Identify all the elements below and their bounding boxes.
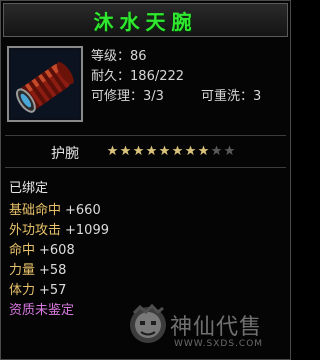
item-name: 沐水天腕 xyxy=(93,9,198,34)
watermark-logo-icon xyxy=(130,303,166,343)
item-type-row: 护腕 xyxy=(1,141,290,163)
star-rating xyxy=(107,145,235,161)
level-value: 86 xyxy=(130,49,147,64)
divider-top xyxy=(5,135,286,136)
bracer-icon xyxy=(11,50,79,118)
item-title-bar: 沐水天腕 xyxy=(3,3,288,37)
star-filled-icon xyxy=(185,145,196,156)
attribute-row: 外功攻击 +1099 xyxy=(9,221,109,241)
bound-status: 已绑定 xyxy=(9,181,49,196)
item-type: 护腕 xyxy=(51,146,79,162)
watermark: 神仙代售 WWW.SXDS.COM xyxy=(128,297,288,357)
attribute-value: +608 xyxy=(39,243,75,258)
item-icon-frame xyxy=(7,46,83,122)
star-filled-icon xyxy=(146,145,157,156)
attribute-name: 命中 xyxy=(9,243,36,258)
item-stats: 等级：86 耐久：186/222 可修理：3/3 xyxy=(91,47,184,107)
durability-label: 耐久 xyxy=(91,69,118,84)
star-filled-icon xyxy=(120,145,131,156)
attribute-row: 体力 +57 xyxy=(9,281,109,301)
attribute-name: 基础命中 xyxy=(9,203,62,218)
level-label: 等级 xyxy=(91,49,118,64)
star-filled-icon xyxy=(133,145,144,156)
durability-row: 耐久：186/222 xyxy=(91,67,184,87)
attribute-name: 力量 xyxy=(9,263,36,278)
recast-value: 3 xyxy=(253,89,262,104)
attribute-row: 力量 +58 xyxy=(9,261,109,281)
attribute-value: +58 xyxy=(39,263,67,278)
attribute-name: 外功攻击 xyxy=(9,223,62,238)
durability-value: 186/222 xyxy=(130,69,185,84)
repair-row: 可修理：3/3 xyxy=(91,87,184,107)
watermark-text: 神仙代售 xyxy=(170,315,263,340)
star-filled-icon xyxy=(198,145,209,156)
item-tooltip-panel: 沐水天腕 等级：86 耐久：186/222 可修理：3/3 可重洗：3 护腕 已… xyxy=(0,0,291,360)
quality-status: 资质未鉴定 xyxy=(9,303,75,318)
attribute-name: 体力 xyxy=(9,283,36,298)
attribute-row: 基础命中 +660 xyxy=(9,201,109,221)
star-filled-icon xyxy=(107,145,118,156)
attribute-list: 基础命中 +660 外功攻击 +1099 命中 +608 力量 +58 体力 +57 资质未鉴定 xyxy=(9,201,109,321)
star-filled-icon xyxy=(159,145,170,156)
repair-label: 可修理 xyxy=(91,89,131,104)
star-empty-icon xyxy=(211,145,222,156)
attribute-value: +660 xyxy=(65,203,101,218)
attribute-row: 命中 +608 xyxy=(9,241,109,261)
repair-value: 3/3 xyxy=(143,89,164,104)
divider-mid xyxy=(5,167,286,168)
attribute-value: +57 xyxy=(39,283,67,298)
level-row: 等级：86 xyxy=(91,47,184,67)
watermark-url: WWW.SXDS.COM xyxy=(174,339,264,349)
recast-label: 可重洗 xyxy=(201,89,241,104)
attribute-value: +1099 xyxy=(65,223,109,238)
star-filled-icon xyxy=(172,145,183,156)
recast-row: 可重洗：3 xyxy=(201,89,262,104)
star-empty-icon xyxy=(224,145,235,156)
